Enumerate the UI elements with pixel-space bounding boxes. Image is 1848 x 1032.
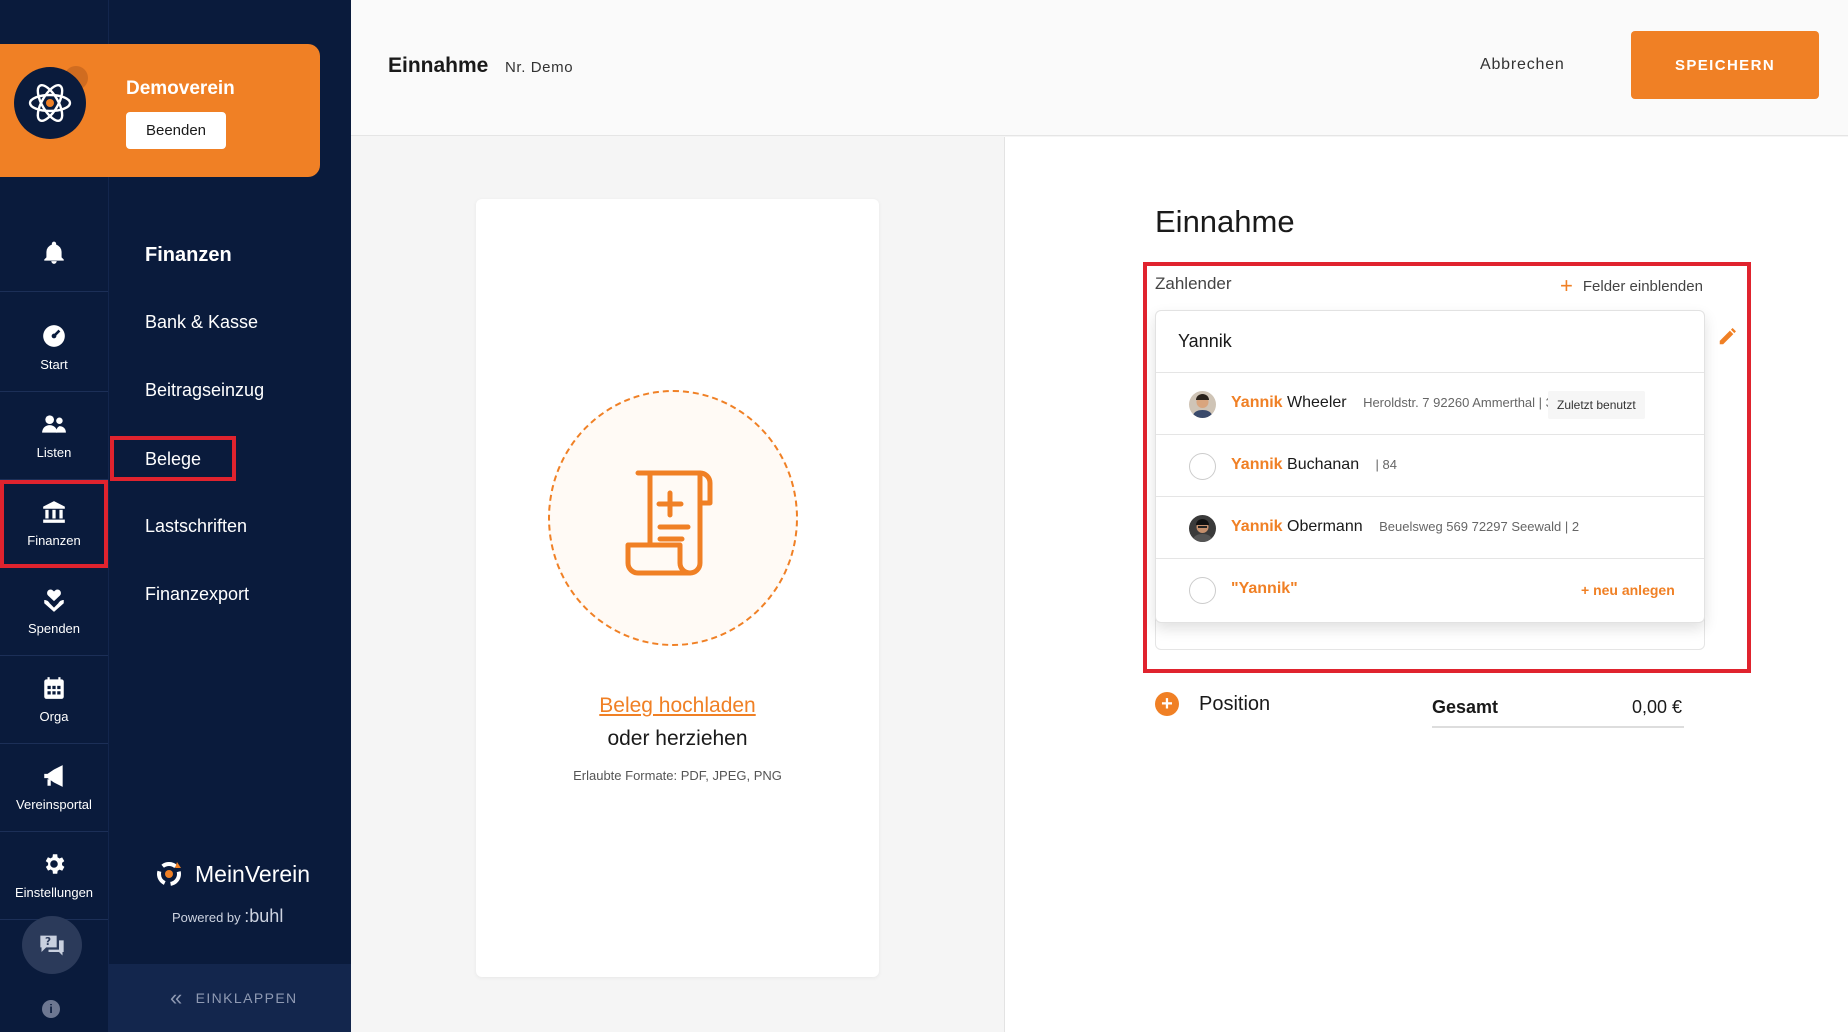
option-first-name: Yannik <box>1231 518 1283 535</box>
avatar <box>1189 515 1216 542</box>
avatar <box>1189 453 1216 480</box>
payer-label: Zahlender <box>1155 274 1232 293</box>
option-name: Yannik Obermann Beuelsweg 569 72297 Seew… <box>1231 518 1579 536</box>
rail-item-finanzen[interactable]: Finanzen <box>0 480 108 568</box>
collapse-button[interactable]: « EINKLAPPEN <box>108 964 351 1032</box>
atom-icon <box>28 84 72 122</box>
total-underline <box>1432 726 1684 728</box>
payer-option[interactable]: Yannik Obermann Beuelsweg 569 72297 Seew… <box>1156 497 1704 559</box>
avatar <box>1189 577 1216 604</box>
dashboard-icon <box>43 325 65 347</box>
create-new-payer-option[interactable]: "Yannik" + neu anlegen <box>1156 559 1704 621</box>
nav-link-finanzexport[interactable]: Finanzexport <box>145 584 249 605</box>
nav-link-belege[interactable]: Belege <box>110 436 236 481</box>
total-value: 0,00 € <box>1632 697 1683 717</box>
option-meta: Beuelsweg 569 72297 Seewald | 2 <box>1379 519 1580 534</box>
cancel-button[interactable]: Abbrechen <box>1480 56 1565 74</box>
powered-by: Powered by :buhl <box>172 906 283 927</box>
info-icon[interactable]: i <box>42 1000 60 1018</box>
show-fields-label: Felder einblenden <box>1582 277 1703 295</box>
option-meta: Heroldstr. 7 92260 Ammerthal | 33 <box>1363 395 1561 410</box>
add-position-button[interactable]: + Position <box>1155 692 1270 716</box>
option-name: Yannik Buchanan | 84 <box>1231 456 1397 474</box>
rail-item-start[interactable]: Start <box>0 304 108 392</box>
payer-option[interactable]: Yannik Wheeler Heroldstr. 7 92260 Ammert… <box>1156 373 1704 435</box>
option-name: "Yannik" <box>1231 580 1298 598</box>
users-icon <box>42 415 66 433</box>
rail-label-vereinsportal: Vereinsportal <box>16 797 92 812</box>
rail-item-notifications[interactable] <box>0 222 108 292</box>
meinverein-logo: MeinVerein <box>153 858 310 890</box>
show-fields-button[interactable]: + Felder einblenden <box>1560 275 1703 297</box>
powered-label: Powered by <box>172 910 241 925</box>
double-chevron-left-icon: « <box>170 985 184 1010</box>
brand-name: MeinVerein <box>195 860 311 887</box>
rail-item-spenden[interactable]: Spenden <box>0 568 108 656</box>
help-button[interactable]: ? <box>22 916 82 974</box>
megaphone-icon <box>44 765 63 787</box>
rail-label-orga: Orga <box>39 709 69 724</box>
document-number: Nr. Demo <box>505 59 574 76</box>
nav-link-lastschriften[interactable]: Lastschriften <box>145 516 247 537</box>
org-logo <box>14 67 86 139</box>
rail-label-finanzen: Finanzen <box>27 533 81 548</box>
create-new-link[interactable]: + neu anlegen <box>1581 582 1675 598</box>
rail-item-orga[interactable]: Orga <box>0 656 108 744</box>
option-last-name: Obermann <box>1287 518 1363 535</box>
save-button[interactable]: SPEICHERN <box>1631 31 1819 99</box>
gear-icon <box>45 854 65 874</box>
calendar-icon <box>44 677 64 699</box>
receipt-icon <box>625 470 713 576</box>
bank-icon <box>43 501 65 523</box>
collapse-label: EINKLAPPEN <box>195 990 298 1006</box>
allowed-formats: Erlaubte Formate: PDF, JPEG, PNG <box>573 768 782 783</box>
top-bar <box>351 0 1848 136</box>
nav-link-bank-kasse[interactable]: Bank & Kasse <box>145 312 258 333</box>
panel-title: Finanzen <box>145 244 232 266</box>
plus-circle-icon: + <box>1155 692 1179 716</box>
rail-label-spenden: Spenden <box>27 621 81 636</box>
pencil-icon[interactable] <box>1717 325 1739 352</box>
total-label: Gesamt <box>1432 697 1499 717</box>
recently-used-badge: Zuletzt benutzt <box>1548 391 1645 419</box>
option-first-name: Yannik <box>1231 456 1283 473</box>
rail-label-start: Start <box>40 357 68 372</box>
plus-icon: + <box>1560 273 1573 298</box>
payer-search-dropdown: Yannik Wheeler Heroldstr. 7 92260 Ammert… <box>1155 310 1705 623</box>
option-first-name: Yannik <box>1231 394 1283 411</box>
form-title: Einnahme <box>1155 204 1295 239</box>
nav-link-beitragseinzug[interactable]: Beitragseinzug <box>145 380 264 401</box>
svg-text:?: ? <box>45 936 51 948</box>
bell-icon <box>44 241 64 264</box>
rail-item-vereinsportal[interactable]: Vereinsportal <box>0 744 108 832</box>
rail-item-listen[interactable]: Listen <box>0 392 108 480</box>
rail-label-listen: Listen <box>36 445 72 460</box>
avatar <box>1189 391 1216 418</box>
upload-drop-circle[interactable] <box>548 390 798 646</box>
page-title: Einnahme <box>388 54 489 77</box>
payer-search-input[interactable] <box>1156 311 1704 373</box>
org-card: Demoverein Beenden <box>0 44 320 177</box>
donation-icon <box>44 589 64 612</box>
position-label: Position <box>1199 692 1271 715</box>
new-payer-label: "Yannik" <box>1231 580 1298 597</box>
org-name: Demoverein <box>126 78 235 99</box>
rail-item-einstellungen[interactable]: Einstellungen <box>0 832 108 920</box>
meinverein-mark-icon <box>157 862 181 886</box>
rail-label-einstellungen: Einstellungen <box>14 885 94 900</box>
option-last-name: Buchanan <box>1287 456 1360 473</box>
drag-hint: oder herziehen <box>607 727 748 750</box>
powered-brand: :buhl <box>244 906 284 926</box>
option-last-name: Wheeler <box>1287 394 1347 411</box>
option-meta: | 84 <box>1375 457 1397 472</box>
payer-option[interactable]: Yannik Buchanan | 84 <box>1156 435 1704 497</box>
chat-help-icon: ? <box>40 935 64 956</box>
option-name: Yannik Wheeler Heroldstr. 7 92260 Ammert… <box>1231 394 1560 412</box>
end-demo-button[interactable]: Beenden <box>126 112 226 149</box>
upload-receipt-link[interactable]: Beleg hochladen <box>476 694 879 718</box>
